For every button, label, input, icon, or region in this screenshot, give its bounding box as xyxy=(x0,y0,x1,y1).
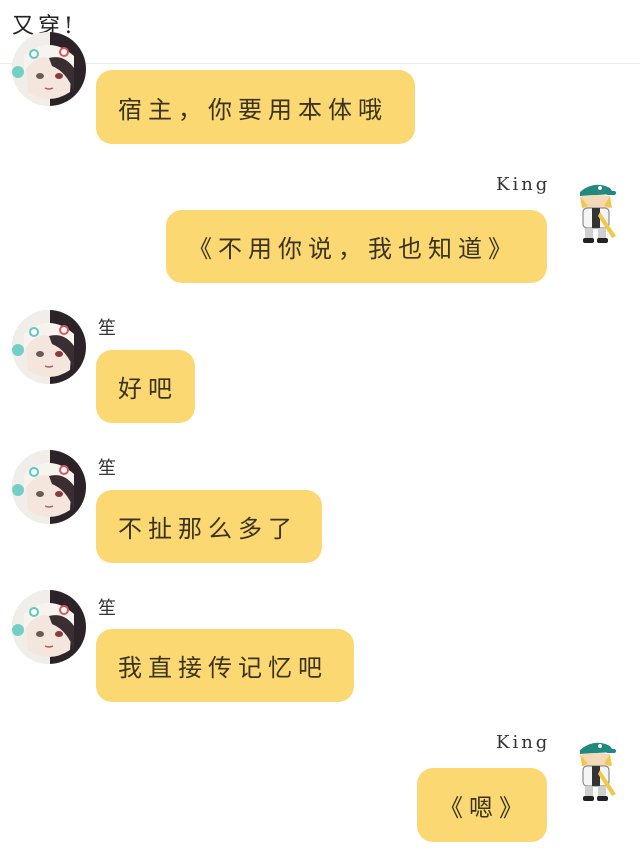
message-bubble[interactable]: 我直接传记忆吧 xyxy=(96,629,354,702)
message-text: 《嗯》 xyxy=(439,793,529,822)
message-text: 不扯那么多了 xyxy=(118,515,298,543)
avatar[interactable] xyxy=(12,450,86,524)
sender-name: 笙 xyxy=(98,598,119,619)
message-bubble[interactable]: 不扯那么多了 xyxy=(96,490,322,563)
avatar[interactable] xyxy=(570,736,622,804)
message-bubble[interactable]: 《不用你说，我也知道》 xyxy=(166,210,547,283)
message-text: 《不用你说，我也知道》 xyxy=(188,235,518,263)
message-text: 好吧 xyxy=(118,375,178,403)
sender-name: King xyxy=(496,732,551,753)
avatar[interactable] xyxy=(12,32,86,106)
sender-name: 笙 xyxy=(98,318,119,339)
sender-name: 笙 xyxy=(98,458,119,479)
message-bubble[interactable]: 宿主，你要用本体哦 xyxy=(96,70,415,144)
message-bubble[interactable]: 《嗯》 xyxy=(417,768,547,842)
message-text: 我直接传记忆吧 xyxy=(118,654,328,682)
chat-header: 又穿! xyxy=(0,0,640,64)
avatar[interactable] xyxy=(12,310,86,384)
avatar[interactable] xyxy=(12,590,86,664)
avatar[interactable] xyxy=(570,178,622,246)
sender-name: King xyxy=(496,174,551,195)
message-bubble[interactable]: 好吧 xyxy=(96,350,195,423)
message-text: 宿主，你要用本体哦 xyxy=(118,95,388,124)
